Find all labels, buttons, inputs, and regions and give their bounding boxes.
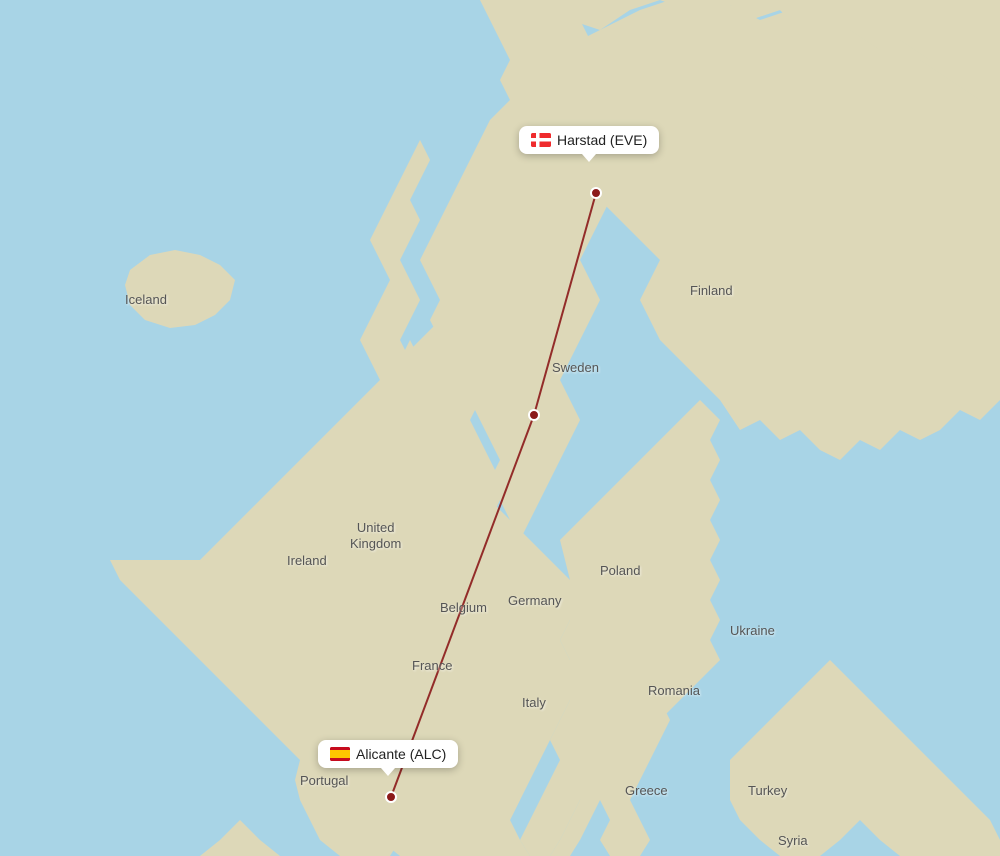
map-container: Iceland Ireland UnitedKingdom Belgium Fr…	[0, 0, 1000, 856]
map-svg	[0, 0, 1000, 856]
